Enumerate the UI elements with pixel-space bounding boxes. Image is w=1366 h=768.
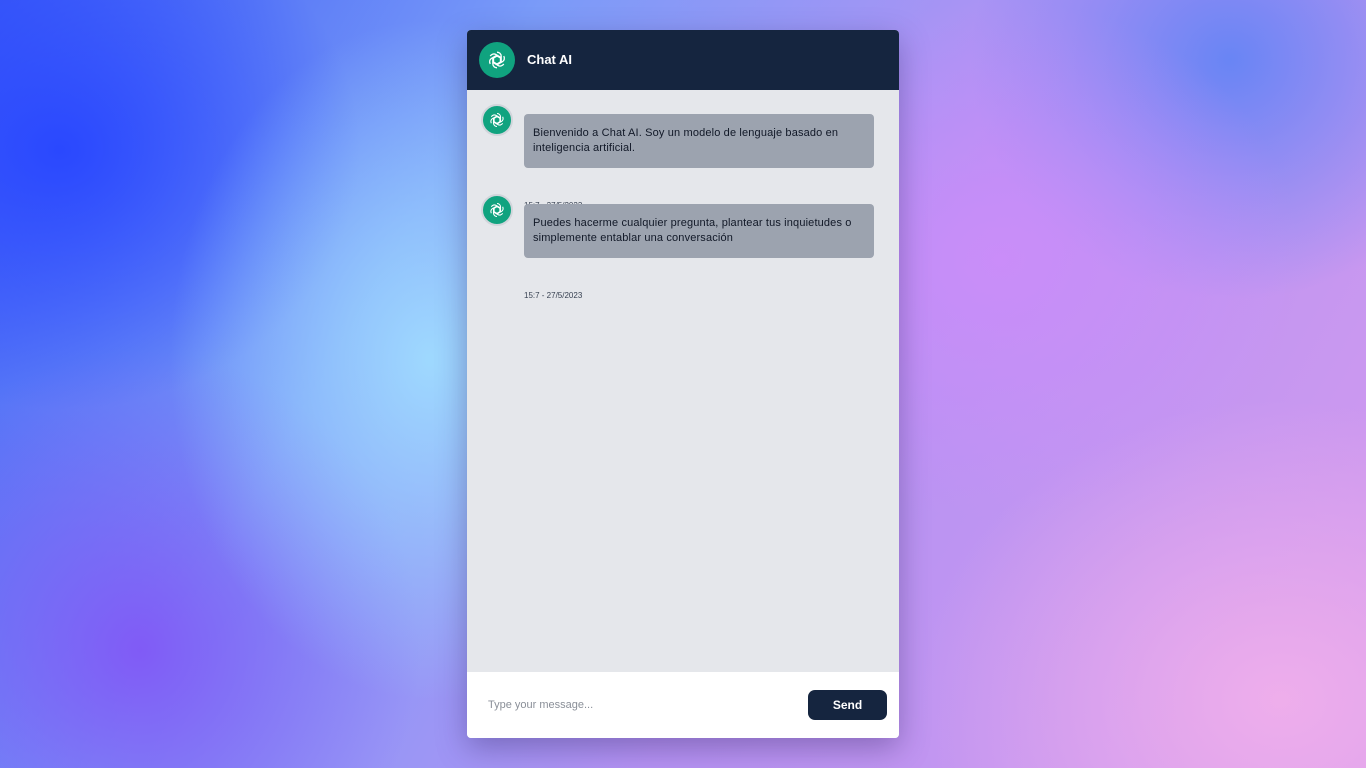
header-avatar <box>479 42 515 78</box>
openai-logo-icon <box>485 48 509 72</box>
message-timestamp: 15:7 - 27/5/2023 <box>524 291 583 300</box>
openai-logo-icon <box>487 200 507 220</box>
bot-avatar <box>481 194 513 226</box>
chat-window: Chat AI Bienvenido a Chat AI. Soy un mod… <box>467 30 899 738</box>
openai-logo-icon <box>487 110 507 130</box>
message-input[interactable] <box>479 690 799 720</box>
send-button[interactable]: Send <box>808 690 887 720</box>
message-list: Bienvenido a Chat AI. Soy un modelo de l… <box>467 90 899 672</box>
composer-bar: Send <box>467 672 899 738</box>
message-bubble: Bienvenido a Chat AI. Soy un modelo de l… <box>524 114 874 168</box>
chat-title: Chat AI <box>527 52 573 67</box>
chat-header: Chat AI <box>467 30 899 90</box>
bot-avatar <box>481 104 513 136</box>
message-bubble: Puedes hacerme cualquier pregunta, plant… <box>524 204 874 258</box>
